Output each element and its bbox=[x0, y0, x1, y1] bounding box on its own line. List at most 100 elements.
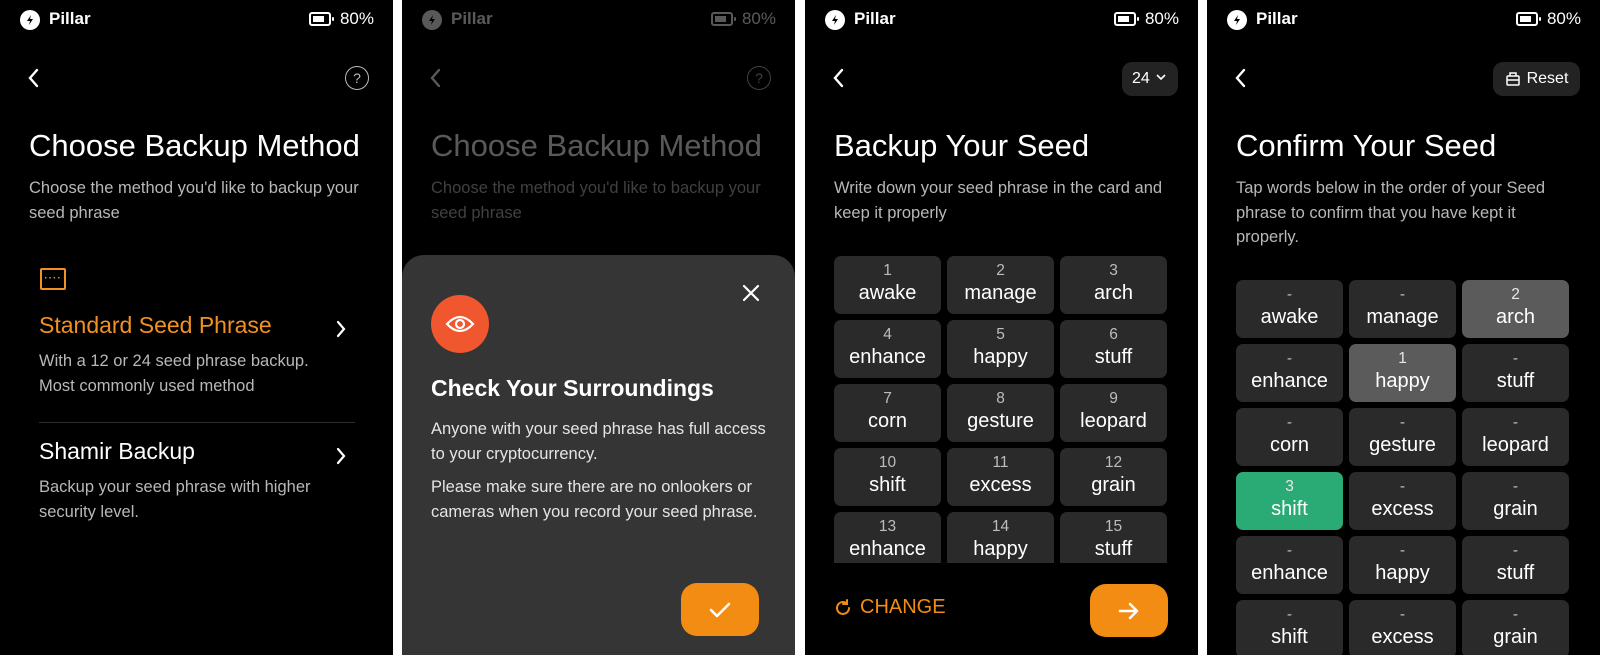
seed-word-cell[interactable]: - leopard bbox=[1462, 408, 1569, 466]
close-icon[interactable] bbox=[741, 283, 761, 303]
seed-word-index: 4 bbox=[883, 326, 892, 343]
page-title: Choose Backup Method bbox=[29, 128, 360, 163]
seed-word-cell[interactable]: 9 leopard bbox=[1060, 384, 1167, 442]
battery-percent: 80% bbox=[741, 9, 776, 28]
seed-word: arch bbox=[1496, 306, 1535, 328]
seed-word-cell[interactable]: - stuff bbox=[1462, 344, 1569, 402]
seed-word-index: - bbox=[1512, 350, 1519, 367]
help-icon[interactable]: ? bbox=[345, 66, 369, 90]
seed-word-cell[interactable]: - grain bbox=[1462, 600, 1569, 655]
battery-icon bbox=[711, 12, 736, 26]
seed-word-cell[interactable]: 3 shift bbox=[1236, 472, 1343, 530]
chevron-down-icon bbox=[1156, 74, 1166, 80]
seed-word-index: - bbox=[1286, 606, 1293, 623]
seed-word: happy bbox=[973, 346, 1028, 368]
seed-word-cell[interactable]: 14 happy bbox=[947, 512, 1054, 563]
seed-word-cell[interactable]: 11 excess bbox=[947, 448, 1054, 506]
word-count-select[interactable]: 24 bbox=[1122, 62, 1178, 96]
seed-word-cell[interactable]: 2 arch bbox=[1462, 280, 1569, 338]
seed-word: grain bbox=[1091, 474, 1136, 496]
seed-word-grid: 1 awake 2 manage 3 arch 4 enhance 5 happy 6 stuff 7 c… bbox=[834, 256, 1167, 563]
seed-word-cell[interactable]: - manage bbox=[1349, 280, 1456, 338]
seed-word-cell[interactable]: 10 shift bbox=[834, 448, 941, 506]
seed-word: excess bbox=[1371, 626, 1434, 648]
option-title: Standard Seed Phrase bbox=[39, 312, 272, 338]
seed-word-cell[interactable]: 13 enhance bbox=[834, 512, 941, 563]
seed-word-cell[interactable]: - grain bbox=[1462, 472, 1569, 530]
seed-word-index: - bbox=[1286, 414, 1293, 431]
seed-word-cell[interactable]: 2 manage bbox=[947, 256, 1054, 314]
seed-word-cell[interactable]: - excess bbox=[1349, 472, 1456, 530]
screen-check-surroundings: Pillar 80% ? Choose Backup Method Choose… bbox=[402, 0, 795, 655]
change-label: CHANGE bbox=[860, 596, 946, 618]
seed-word-cell[interactable]: - stuff bbox=[1462, 536, 1569, 594]
seed-word-cell[interactable]: - enhance bbox=[1236, 536, 1343, 594]
pillar-logo-icon bbox=[20, 10, 40, 30]
seed-word-index: - bbox=[1512, 542, 1519, 559]
seed-word-index: - bbox=[1399, 606, 1406, 623]
seed-word-cell[interactable]: 12 grain bbox=[1060, 448, 1167, 506]
seed-word: stuff bbox=[1496, 370, 1535, 392]
seed-word-index: - bbox=[1286, 286, 1293, 303]
reset-label: Reset bbox=[1526, 70, 1569, 87]
seed-word: arch bbox=[1094, 282, 1133, 304]
seed-word: grain bbox=[1493, 626, 1538, 648]
word-count-value: 24 bbox=[1132, 70, 1150, 87]
eye-icon bbox=[431, 295, 489, 353]
seed-word: enhance bbox=[1251, 562, 1328, 584]
battery-percent: 80% bbox=[1546, 9, 1581, 28]
seed-word-index: 15 bbox=[1104, 518, 1123, 535]
seed-word-cell[interactable]: - awake bbox=[1236, 280, 1343, 338]
seed-word-cell[interactable]: 1 happy bbox=[1349, 344, 1456, 402]
confirm-button[interactable] bbox=[681, 583, 759, 636]
eraser-icon bbox=[1505, 72, 1520, 86]
back-arrow-icon[interactable] bbox=[1231, 65, 1251, 91]
seed-word: excess bbox=[969, 474, 1032, 496]
status-bar: Pillar 80% bbox=[805, 0, 1198, 40]
app-name: Pillar bbox=[1256, 9, 1298, 28]
seed-word-index: 8 bbox=[996, 390, 1005, 407]
seed-word: shift bbox=[1271, 498, 1308, 520]
page-title: Confirm Your Seed bbox=[1236, 128, 1497, 163]
seed-word-cell[interactable]: - enhance bbox=[1236, 344, 1343, 402]
seed-word: grain bbox=[1493, 498, 1538, 520]
seed-word: enhance bbox=[849, 346, 926, 368]
seed-word-index: - bbox=[1286, 542, 1293, 559]
seed-word-index: 3 bbox=[1285, 478, 1294, 495]
app-name: Pillar bbox=[854, 9, 896, 28]
seed-word-cell[interactable]: - corn bbox=[1236, 408, 1343, 466]
seed-word-cell[interactable]: 4 enhance bbox=[834, 320, 941, 378]
pillar-logo-icon bbox=[825, 10, 845, 30]
seed-word-index: 6 bbox=[1109, 326, 1118, 343]
reset-button[interactable]: Reset bbox=[1493, 62, 1580, 96]
page-subtitle: Write down your seed phrase in the card … bbox=[834, 179, 1163, 222]
bottom-sheet: Check Your Surroundings Anyone with your… bbox=[402, 255, 795, 655]
seed-word-cell[interactable]: - excess bbox=[1349, 600, 1456, 655]
seed-word-index: - bbox=[1399, 478, 1406, 495]
seed-word-cell[interactable]: - gesture bbox=[1349, 408, 1456, 466]
seed-word-cell[interactable]: 3 arch bbox=[1060, 256, 1167, 314]
back-arrow-icon[interactable] bbox=[24, 65, 44, 91]
back-arrow-icon[interactable] bbox=[829, 65, 849, 91]
seed-word-cell[interactable]: 1 awake bbox=[834, 256, 941, 314]
option-title: Shamir Backup bbox=[39, 438, 195, 464]
next-button[interactable] bbox=[1090, 584, 1168, 637]
seed-word: awake bbox=[858, 282, 917, 304]
seed-word-cell[interactable]: 8 gesture bbox=[947, 384, 1054, 442]
sheet-paragraph: Anyone with your seed phrase has full ac… bbox=[431, 420, 766, 463]
seed-word: stuff bbox=[1094, 346, 1133, 368]
seed-word-index: - bbox=[1399, 542, 1406, 559]
page-title: Choose Backup Method bbox=[431, 128, 762, 163]
seed-word-cell[interactable]: 5 happy bbox=[947, 320, 1054, 378]
option-desc: With a 12 or 24 seed phrase backup. Most… bbox=[39, 352, 309, 395]
battery-icon bbox=[1114, 12, 1139, 26]
seed-word-cell[interactable]: 7 corn bbox=[834, 384, 941, 442]
seed-word-cell[interactable]: 6 stuff bbox=[1060, 320, 1167, 378]
change-button[interactable]: CHANGE bbox=[834, 596, 946, 619]
seed-word: manage bbox=[964, 282, 1037, 304]
seed-word-cell[interactable]: 15 stuff bbox=[1060, 512, 1167, 563]
arrow-right-icon bbox=[1118, 602, 1139, 619]
seed-word-cell[interactable]: - happy bbox=[1349, 536, 1456, 594]
seed-word: stuff bbox=[1496, 562, 1535, 584]
seed-word-cell[interactable]: - shift bbox=[1236, 600, 1343, 655]
